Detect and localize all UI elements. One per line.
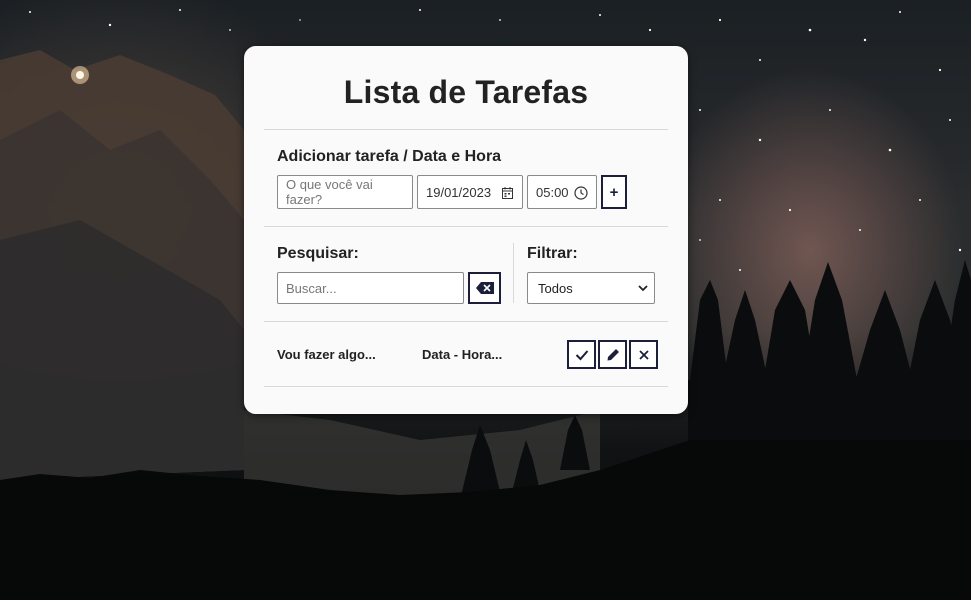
- todo-card: Lista de Tarefas Adicionar tarefa / Data…: [244, 46, 688, 414]
- time-input[interactable]: 05:00: [527, 175, 597, 209]
- time-value: 05:00: [536, 184, 569, 200]
- task-input[interactable]: O que você vai fazer?: [277, 175, 413, 209]
- close-icon: [638, 349, 649, 360]
- backspace-icon: [475, 282, 494, 294]
- filter-select[interactable]: Todos: [527, 272, 655, 304]
- filter-label: Filtrar:: [527, 245, 578, 262]
- divider: [264, 321, 668, 322]
- task-input-placeholder: O que você vai fazer?: [286, 177, 373, 207]
- vertical-divider: [513, 243, 514, 303]
- search-input[interactable]: Buscar...: [277, 272, 464, 304]
- search-input-placeholder: Buscar...: [286, 280, 337, 296]
- page-title: Lista de Tarefas: [343, 74, 589, 110]
- pencil-icon: [607, 348, 619, 360]
- clear-search-button[interactable]: [468, 272, 501, 304]
- add-task-label: Adicionar tarefa / Data e Hora: [277, 148, 502, 165]
- date-input[interactable]: 19/01/2023: [417, 175, 523, 209]
- todo-datetime: Data - Hora...: [422, 347, 503, 362]
- check-icon: [575, 349, 588, 360]
- search-label: Pesquisar:: [277, 245, 359, 262]
- add-task-button[interactable]: +: [601, 175, 627, 209]
- clock-icon[interactable]: [574, 186, 588, 200]
- calendar-icon[interactable]: [502, 187, 513, 199]
- complete-task-button[interactable]: [567, 340, 596, 369]
- edit-task-button[interactable]: [598, 340, 627, 369]
- filter-selected-value: Todos: [538, 280, 573, 296]
- chevron-down-icon: [638, 285, 648, 292]
- todo-text: Vou fazer algo...: [277, 347, 376, 362]
- date-value: 19/01/2023: [426, 184, 492, 200]
- divider: [264, 386, 668, 387]
- delete-task-button[interactable]: [629, 340, 658, 369]
- divider: [264, 226, 668, 227]
- divider: [264, 129, 668, 130]
- plus-icon: +: [609, 183, 619, 201]
